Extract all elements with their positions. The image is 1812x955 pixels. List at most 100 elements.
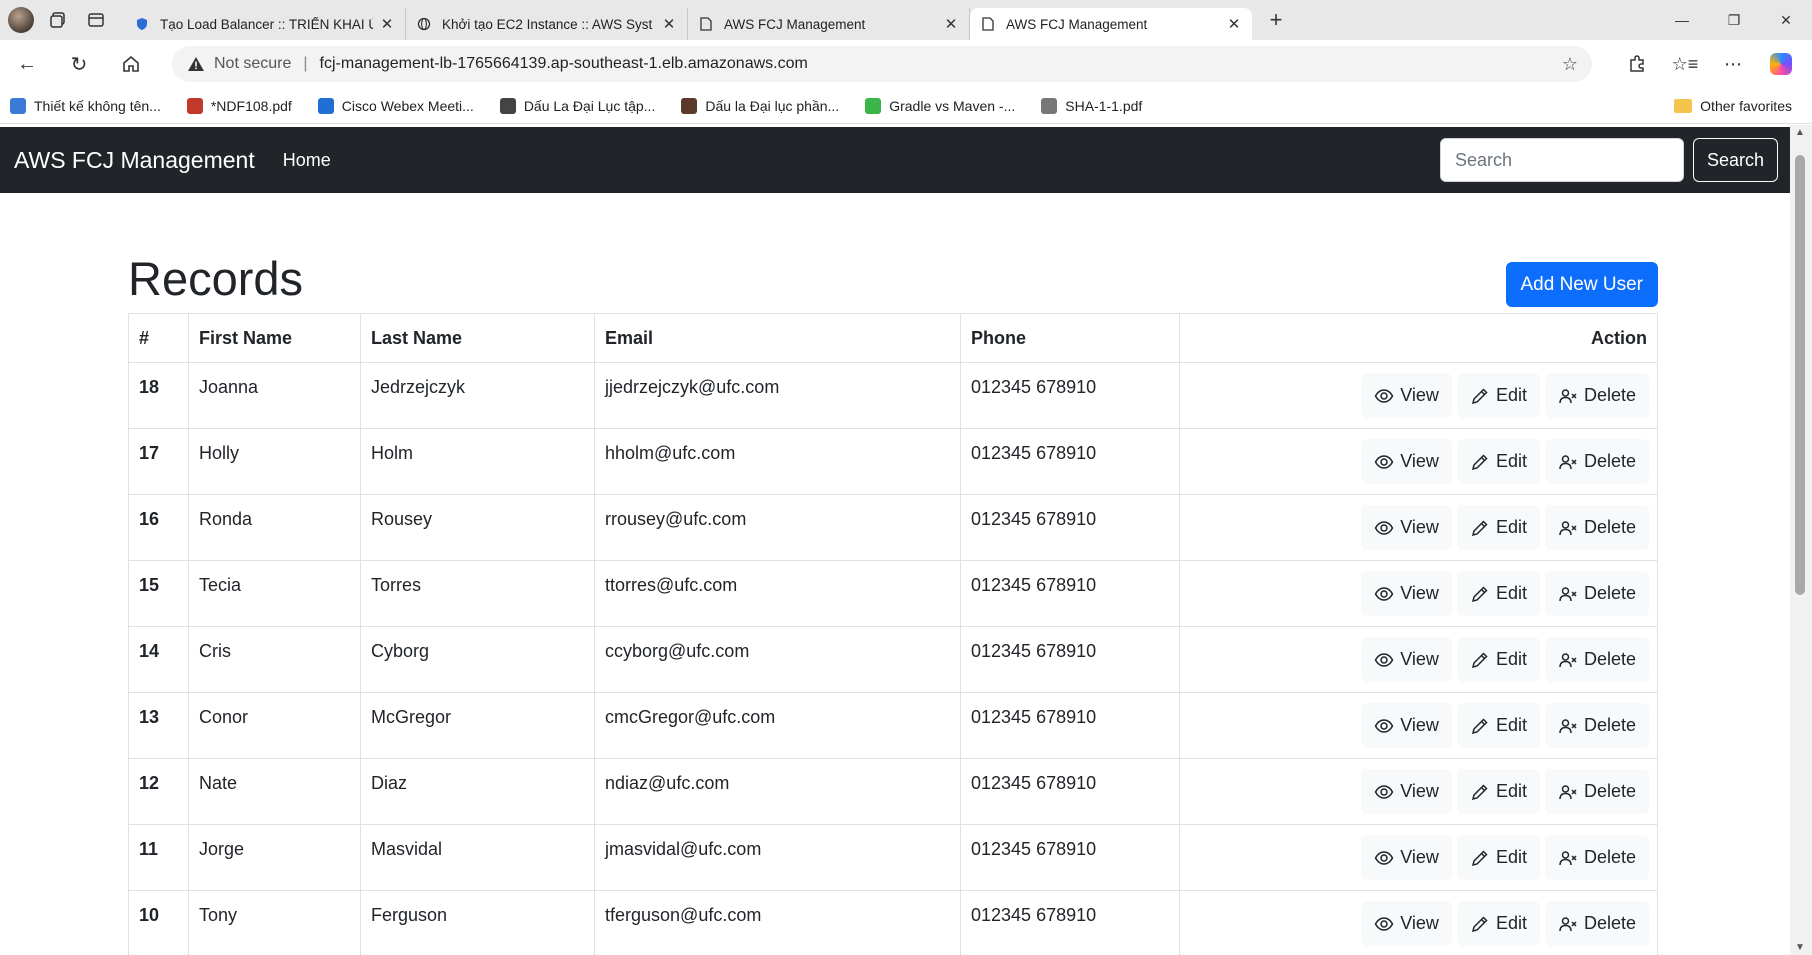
edit-button[interactable]: Edit	[1456, 769, 1540, 814]
reload-button[interactable]: ↻	[62, 47, 96, 81]
delete-button[interactable]: Delete	[1544, 505, 1649, 550]
star-icon[interactable]: ☆	[1562, 54, 1578, 75]
tab-actions-icon[interactable]	[82, 6, 110, 34]
cell-phone: 012345 678910	[960, 890, 1180, 955]
edit-button[interactable]: Edit	[1456, 439, 1540, 484]
pencil-icon	[1470, 386, 1496, 406]
browser-tab[interactable]: Khởi tạo EC2 Instance :: AWS Syst ✕	[406, 8, 688, 40]
edit-button[interactable]: Edit	[1456, 835, 1540, 880]
minimize-button[interactable]: —	[1656, 0, 1708, 40]
url-text[interactable]: fcj-management-lb-1765664139.ap-southeas…	[320, 55, 1562, 73]
cell-actions: View Edit Delete	[1179, 626, 1658, 693]
heading-row: Records Add New User	[128, 193, 1658, 313]
table-header-row: # First Name Last Name Email Phone Actio…	[128, 313, 1658, 363]
favorite-link[interactable]: Gradle vs Maven -...	[865, 97, 1015, 114]
browser-tab[interactable]: AWS FCJ Management ✕	[688, 8, 970, 40]
main-container: Records Add New User # First Name Last N…	[128, 193, 1658, 955]
cell-actions: View Edit Delete	[1179, 692, 1658, 759]
brand-link[interactable]: AWS FCJ Management	[14, 147, 255, 174]
view-button[interactable]: View	[1361, 505, 1452, 550]
favorite-link[interactable]: Dấu la Đại lục phần...	[681, 97, 839, 114]
cell-actions: View Edit Delete	[1179, 494, 1658, 561]
edit-button[interactable]: Edit	[1456, 901, 1540, 946]
view-label: View	[1400, 715, 1439, 735]
favorite-link[interactable]: Dấu La Đại Lục tập...	[499, 97, 655, 114]
delete-button[interactable]: Delete	[1544, 901, 1649, 946]
workspaces-icon[interactable]	[44, 6, 72, 34]
cell-id: 15	[128, 560, 189, 627]
close-window-button[interactable]: ✕	[1760, 0, 1812, 40]
search-input[interactable]	[1439, 138, 1684, 182]
nav-home-link[interactable]: Home	[283, 150, 331, 171]
edit-button[interactable]: Edit	[1456, 637, 1540, 682]
delete-button[interactable]: Delete	[1544, 637, 1649, 682]
back-button[interactable]: ←	[10, 47, 44, 81]
address-field[interactable]: Not secure | fcj-management-lb-176566413…	[172, 46, 1592, 82]
delete-button[interactable]: Delete	[1544, 373, 1649, 418]
table-row: 11 Jorge Masvidal jmasvidal@ufc.com 012345 6…	[128, 824, 1658, 891]
close-tab-icon[interactable]: ✕	[1226, 15, 1242, 33]
view-button[interactable]: View	[1361, 637, 1452, 682]
more-menu-icon[interactable]: ⋯	[1716, 47, 1750, 81]
favorite-label: SHA-1-1.pdf	[1065, 97, 1143, 114]
delete-button[interactable]: Delete	[1544, 769, 1649, 814]
favorite-link[interactable]: Cisco Webex Meeti...	[317, 97, 474, 114]
scroll-thumb[interactable]	[1795, 155, 1805, 595]
cell-email: ndiaz@ufc.com	[594, 758, 961, 825]
cell-last-name: Jedrzejczyk	[360, 362, 595, 429]
delete-label: Delete	[1583, 781, 1636, 801]
edit-button[interactable]: Edit	[1456, 571, 1540, 616]
delete-button[interactable]: Delete	[1544, 571, 1649, 616]
close-tab-icon[interactable]: ✕	[379, 15, 395, 33]
other-favorites[interactable]: Other favorites	[1674, 98, 1792, 114]
cell-actions: View Edit Delete	[1179, 758, 1658, 825]
view-button[interactable]: View	[1361, 571, 1452, 616]
new-tab-button[interactable]: +	[1262, 6, 1290, 34]
delete-button[interactable]: Delete	[1544, 835, 1649, 880]
extensions-icon[interactable]	[1620, 47, 1654, 81]
copilot-icon[interactable]	[1770, 53, 1792, 75]
delete-label: Delete	[1583, 385, 1636, 405]
favorites-icon[interactable]: ☆≡	[1668, 47, 1702, 81]
scroll-down-icon[interactable]: ▼	[1795, 942, 1805, 953]
view-button[interactable]: View	[1361, 439, 1452, 484]
close-tab-icon[interactable]: ✕	[661, 15, 677, 33]
add-new-user-button[interactable]: Add New User	[1505, 262, 1658, 307]
edit-button[interactable]: Edit	[1456, 703, 1540, 748]
favorite-link[interactable]: SHA-1-1.pdf	[1041, 97, 1143, 114]
scroll-up-icon[interactable]: ▲	[1795, 127, 1805, 138]
security-label[interactable]: Not secure	[214, 55, 291, 73]
close-tab-icon[interactable]: ✕	[943, 15, 959, 33]
pencil-icon	[1470, 716, 1496, 736]
cell-email: rrousey@ufc.com	[594, 494, 961, 561]
restore-button[interactable]: ❐	[1708, 0, 1760, 40]
page-scrollbar[interactable]: ▲ ▼	[1790, 125, 1812, 955]
header-num: #	[128, 313, 189, 363]
delete-button[interactable]: Delete	[1544, 703, 1649, 748]
view-button[interactable]: View	[1361, 901, 1452, 946]
browser-tab[interactable]: AWS FCJ Management ✕	[970, 8, 1252, 40]
user-x-icon	[1558, 716, 1584, 736]
cell-first-name: Conor	[188, 692, 361, 759]
profile-avatar[interactable]	[8, 7, 34, 33]
view-button[interactable]: View	[1361, 703, 1452, 748]
search-button[interactable]: Search	[1692, 138, 1778, 182]
browser-tab[interactable]: Tạo Load Balancer :: TRIỂN KHAI Ứ ✕	[124, 8, 406, 40]
view-button[interactable]: View	[1361, 835, 1452, 880]
home-button[interactable]	[114, 47, 148, 81]
favorite-icon	[681, 97, 698, 114]
edit-button[interactable]: Edit	[1456, 505, 1540, 550]
favorite-link[interactable]: Thiết kế không tên...	[10, 97, 161, 114]
warning-icon[interactable]	[186, 55, 206, 73]
pencil-icon	[1470, 782, 1496, 802]
view-button[interactable]: View	[1361, 769, 1452, 814]
eye-icon	[1374, 848, 1400, 868]
cell-email: tferguson@ufc.com	[594, 890, 961, 955]
delete-button[interactable]: Delete	[1544, 439, 1649, 484]
user-x-icon	[1558, 650, 1584, 670]
favorite-link[interactable]: *NDF108.pdf	[186, 97, 292, 114]
browser-tab-bar: Tạo Load Balancer :: TRIỂN KHAI Ứ ✕ Khởi t…	[0, 0, 1812, 40]
edit-button[interactable]: Edit	[1456, 373, 1540, 418]
view-button[interactable]: View	[1361, 373, 1452, 418]
app-navbar: AWS FCJ Management Home Search	[0, 127, 1790, 193]
